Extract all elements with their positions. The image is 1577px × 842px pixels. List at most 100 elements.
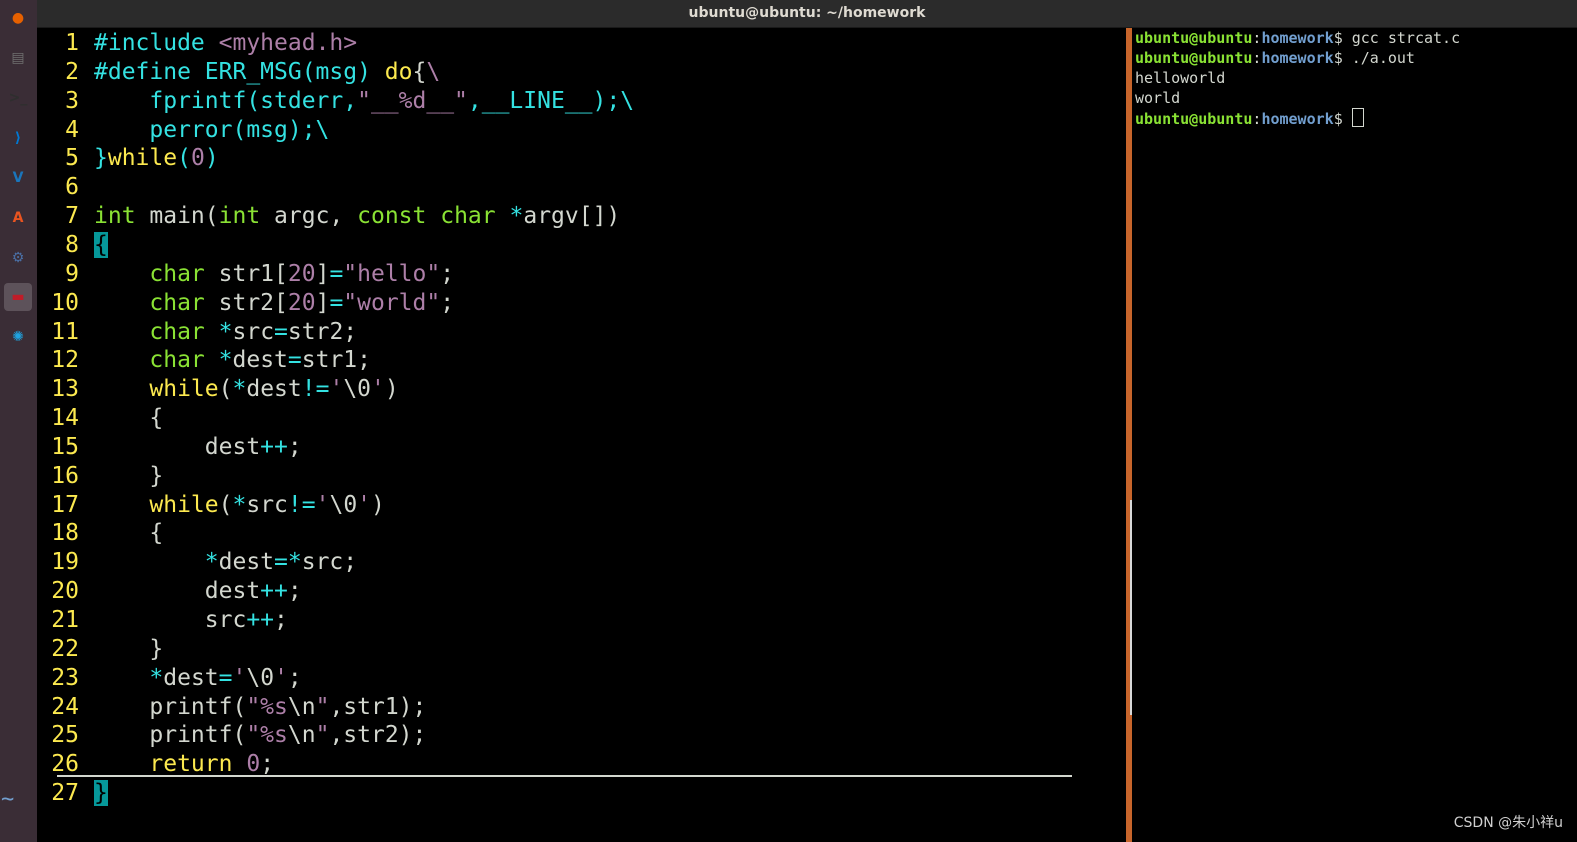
- line-number: 14: [51, 405, 79, 432]
- code-line[interactable]: 25 printf("%s\n",str2);: [37, 721, 1125, 750]
- terminal-prompt-line: ubuntu@ubuntu:homework$: [1135, 108, 1364, 129]
- code-text: while(*dest!='\0'): [149, 376, 399, 403]
- line-number: 27: [51, 780, 79, 807]
- code-line[interactable]: 4 perror(msg);\: [37, 116, 1125, 145]
- line-number: 24: [51, 693, 79, 720]
- code-line[interactable]: 18 {: [37, 519, 1125, 548]
- vscode-icon[interactable]: ⟩: [4, 124, 32, 152]
- line-number: 7: [65, 203, 79, 230]
- code-line[interactable]: 3 fprintf(stderr,"__%d__",__LINE__);\: [37, 87, 1125, 116]
- line-number: 16: [51, 462, 79, 489]
- command-text: ./a.out: [1351, 49, 1415, 67]
- code-line[interactable]: 14 {: [37, 404, 1125, 433]
- vim-editor-pane[interactable]: 1 #include <myhead.h> 2 #define ERR_MSG(msg…: [37, 28, 1125, 842]
- launcher-dock: ● ▤ >_ ⟩ V A ⚙ ▬ ✺: [0, 0, 37, 842]
- code-line[interactable]: 9 char str1[20]="hello";: [37, 260, 1125, 289]
- code-line[interactable]: 13 while(*dest!='\0'): [37, 375, 1125, 404]
- pane-scrollbar[interactable]: [1130, 500, 1132, 715]
- terminal-output-line: helloworld: [1135, 69, 1226, 87]
- line-number: 11: [51, 318, 79, 345]
- line-number: 15: [51, 433, 79, 460]
- line-number: 17: [51, 491, 79, 518]
- code-text: {: [94, 520, 164, 547]
- code-line[interactable]: 22 }: [37, 635, 1125, 664]
- code-line[interactable]: 8{: [37, 231, 1125, 260]
- line-number: 6: [65, 174, 79, 201]
- code-line[interactable]: 19 *dest=*src;: [37, 548, 1125, 577]
- prompt-path: homework: [1261, 29, 1334, 47]
- code-line[interactable]: 12 char *dest=str1;: [37, 346, 1125, 375]
- code-line[interactable]: 11 char *src=str2;: [37, 318, 1125, 347]
- code-line[interactable]: 2 #define ERR_MSG(msg) do{\: [37, 58, 1125, 87]
- prompt-path: homework: [1261, 49, 1334, 67]
- window-title: ubuntu@ubuntu: ~/homework: [688, 5, 926, 21]
- terminal-glyph: >_: [8, 90, 28, 106]
- line-number: 19: [51, 549, 79, 576]
- code-text: {: [94, 231, 108, 258]
- files-icon[interactable]: ▤: [4, 44, 32, 72]
- pane-divider[interactable]: [1126, 28, 1132, 842]
- vscode-glyph: ⟩: [14, 130, 22, 146]
- code-text: dest++;: [94, 433, 302, 460]
- terminal-icon[interactable]: >_: [4, 84, 32, 112]
- prompt-user: ubuntu@ubuntu: [1135, 110, 1253, 128]
- code-text: }: [94, 462, 164, 489]
- prompt-sign: $: [1333, 110, 1352, 128]
- line-number: 2: [65, 58, 79, 85]
- watermark: CSDN @朱小祥u: [1453, 815, 1563, 831]
- code-text: int main(int argc, const char *argv[]): [94, 203, 621, 230]
- window-titlebar: ubuntu@ubuntu: ~/homework: [37, 0, 1577, 28]
- code-text: #include <myhead.h>: [94, 30, 358, 56]
- code-line[interactable]: 10 char str2[20]="world";: [37, 289, 1125, 318]
- code-text: char *src=str2;: [149, 318, 358, 345]
- terminal-cursor[interactable]: [1351, 108, 1364, 127]
- code-line[interactable]: 1 #include <myhead.h>: [37, 29, 1125, 58]
- code-line[interactable]: 20 dest++;: [37, 577, 1125, 606]
- terminal-active-icon[interactable]: ▬: [4, 283, 32, 311]
- code-text: while(*src!='\0'): [149, 491, 385, 518]
- code-line[interactable]: 21 src++;: [37, 606, 1125, 635]
- code-text: }while(0): [94, 145, 219, 172]
- line-number: 18: [51, 520, 79, 547]
- code-text: printf("%s\n",str1);: [94, 693, 427, 720]
- files-glyph: ▤: [11, 50, 25, 66]
- code-line[interactable]: 6: [37, 173, 1125, 202]
- code-line[interactable]: 17 while(*src!='\0'): [37, 491, 1125, 520]
- network-icon[interactable]: ⚙: [4, 244, 32, 272]
- code-line[interactable]: 5 }while(0): [37, 144, 1125, 173]
- terminal-pane[interactable]: ubuntu@ubuntu:homework$ gcc strcat.c ubun…: [1133, 28, 1577, 842]
- terminal-active-glyph: ▬: [11, 289, 25, 305]
- firefox-icon[interactable]: ●: [4, 4, 32, 32]
- code-line[interactable]: 27}: [37, 779, 1125, 808]
- code-text: printf("%s\n",str2);: [94, 722, 427, 749]
- terminal-command-line: ubuntu@ubuntu:homework$ ./a.out: [1135, 48, 1415, 68]
- code-text: dest++;: [94, 578, 302, 605]
- terminal-output-line: world: [1135, 89, 1181, 107]
- firefox-glyph: ●: [11, 10, 25, 26]
- line-number: 23: [51, 664, 79, 691]
- code-text: {: [94, 405, 164, 432]
- line-number: 21: [51, 607, 79, 633]
- code-text: #define ERR_MSG(msg) do{\: [94, 58, 441, 85]
- line-number: 25: [51, 722, 79, 749]
- code-text: perror(msg);\: [149, 116, 330, 143]
- line-number: 20: [51, 578, 79, 605]
- code-line[interactable]: 24 printf("%s\n",str1);: [37, 693, 1125, 722]
- code-line[interactable]: 23 *dest='\0';: [37, 664, 1125, 693]
- vmware-icon[interactable]: V: [4, 164, 32, 192]
- line-number: 4: [65, 116, 79, 143]
- code-line[interactable]: 15 dest++;: [37, 433, 1125, 462]
- prompt-path: homework: [1261, 110, 1334, 128]
- line-number: 5: [65, 145, 79, 172]
- code-text: *dest=*src;: [204, 549, 358, 576]
- code-text: *dest='\0';: [149, 664, 302, 691]
- software-icon[interactable]: A: [4, 204, 32, 232]
- code-text: char *dest=str1;: [149, 347, 371, 374]
- settings-icon[interactable]: ✺: [4, 323, 32, 351]
- code-line[interactable]: 16 }: [37, 462, 1125, 491]
- line-number: 8: [65, 231, 79, 258]
- line-number: 10: [51, 289, 79, 316]
- code-text: }: [94, 635, 164, 662]
- empty-line-tilde: ~: [1, 787, 15, 812]
- code-line[interactable]: 7 int main(int argc, const char *argv[]): [37, 202, 1125, 231]
